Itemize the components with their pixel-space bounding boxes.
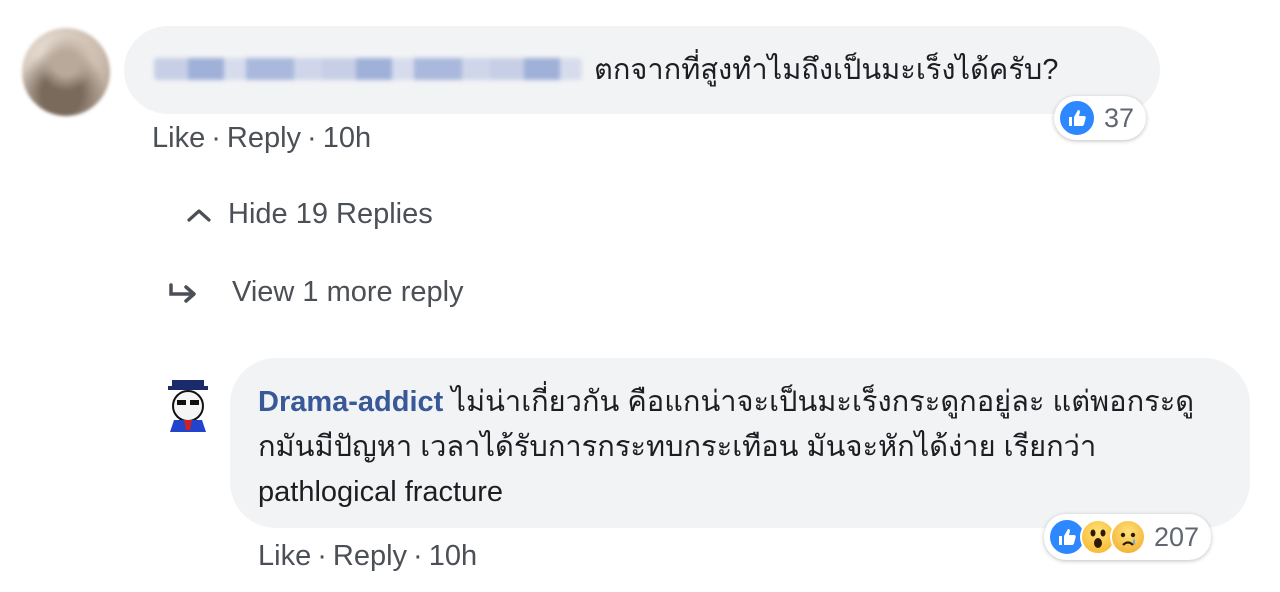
- comment-reactions[interactable]: 37: [1054, 96, 1147, 140]
- view-more-replies[interactable]: View 1 more reply: [168, 276, 464, 309]
- chevron-up-icon: [187, 208, 211, 222]
- hide-replies-toggle[interactable]: Hide 19 Replies: [186, 198, 433, 231]
- reply-link[interactable]: Reply: [227, 122, 301, 154]
- reply-reactions[interactable]: 207: [1044, 514, 1212, 560]
- comment-text: ตกจากที่สูงทำไมถึงเป็นมะเร็งได้ครับ?: [594, 54, 1059, 86]
- reply-link[interactable]: Reply: [333, 540, 407, 572]
- view-more-replies-label[interactable]: View 1 more reply: [232, 276, 464, 309]
- commenter-name-blurred[interactable]: [154, 58, 582, 80]
- reaction-count: 37: [1104, 102, 1135, 133]
- reply-text: Drama-addict ไม่น่าเกี่ยวกัน คือแกน่าจะเ…: [258, 380, 1228, 515]
- like-reaction-icon: [1058, 99, 1096, 137]
- like-link[interactable]: Like: [152, 122, 205, 154]
- reply-actions: Like · Reply · 10h: [258, 540, 478, 572]
- timestamp[interactable]: 10h: [429, 540, 477, 572]
- reply-arrow-icon: [169, 282, 196, 303]
- timestamp[interactable]: 10h: [323, 122, 371, 154]
- like-link[interactable]: Like: [258, 540, 311, 572]
- reply-bubble: Drama-addict ไม่น่าเกี่ยวกัน คือแกน่าจะเ…: [230, 358, 1250, 528]
- comment-actions: Like · Reply · 10h: [152, 122, 372, 154]
- sad-reaction-icon: [1110, 519, 1146, 555]
- hide-replies-label[interactable]: Hide 19 Replies: [228, 198, 433, 231]
- commenter-avatar[interactable]: [22, 28, 110, 116]
- reply-author-name[interactable]: Drama-addict: [258, 386, 443, 418]
- comment-bubble: ตกจากที่สูงทำไมถึงเป็นมะเร็งได้ครับ?: [124, 26, 1160, 114]
- reaction-count: 207: [1154, 521, 1200, 552]
- reply-author-avatar[interactable]: [160, 374, 216, 434]
